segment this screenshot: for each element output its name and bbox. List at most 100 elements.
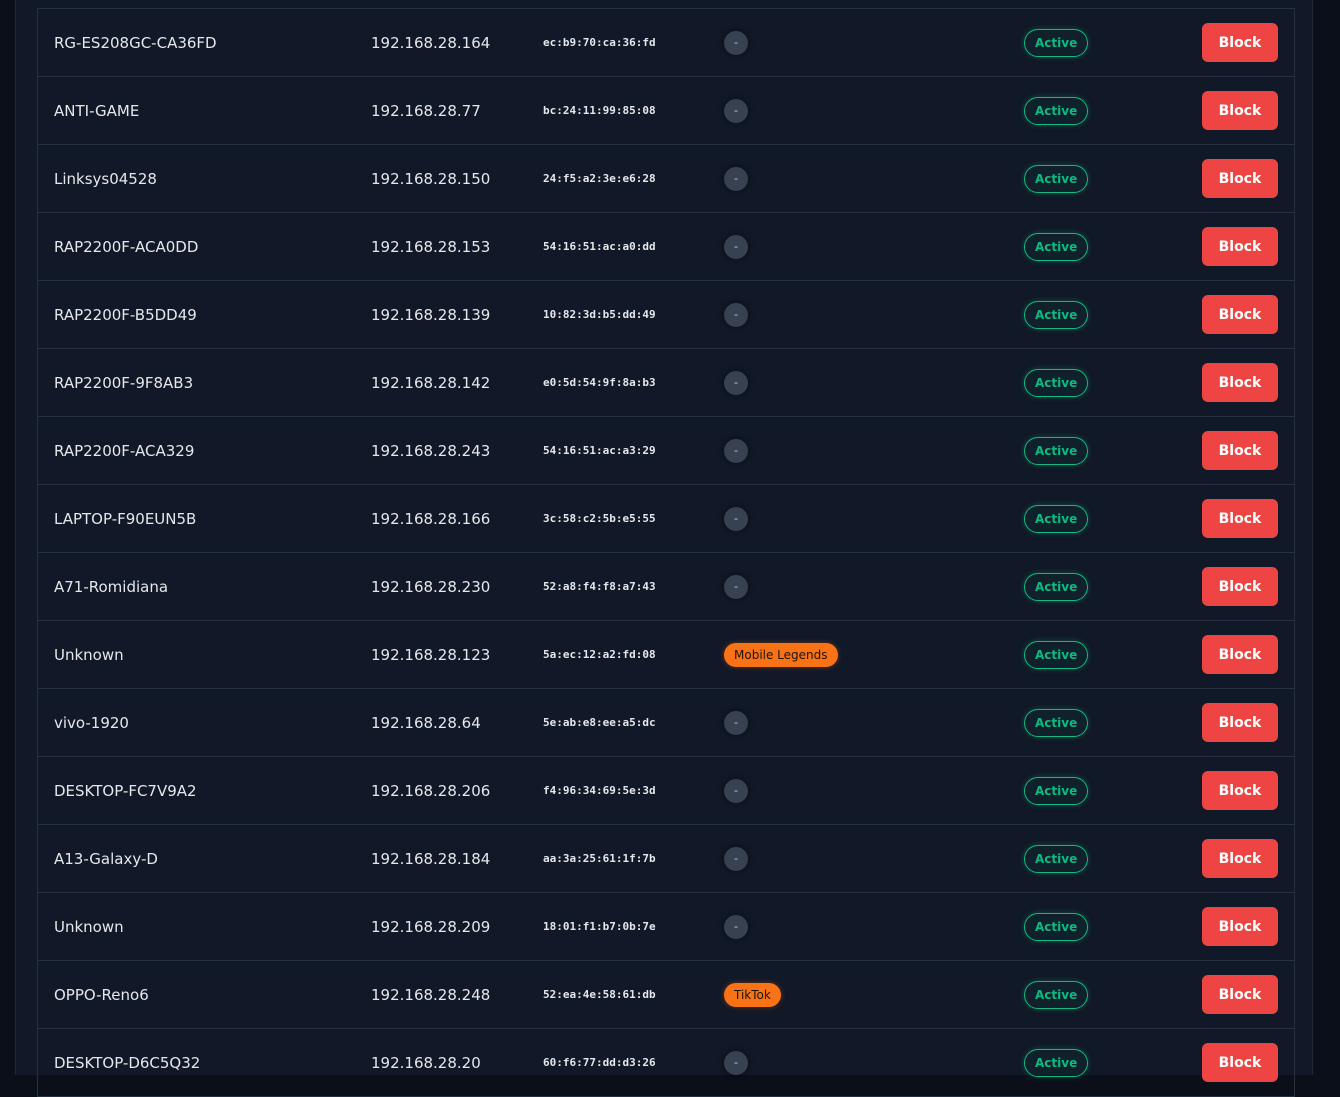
app-empty-badge: - (724, 166, 748, 191)
device-status-cell: Active (1024, 893, 1089, 960)
device-app-cell: - (724, 9, 748, 76)
device-action-cell: Block (1202, 77, 1278, 144)
device-action-cell: Block (1202, 689, 1278, 756)
block-button[interactable]: Block (1202, 907, 1278, 946)
table-row: A71-Romidiana 192.168.28.230 52:a8:f4:f8:a… (38, 553, 1294, 621)
devices-panel: RG-ES208GC-CA36FD 192.168.28.164 ec:b9:70:… (15, 0, 1313, 1097)
device-mac: 24:f5:a2:3e:e6:28 (543, 172, 656, 185)
device-action-cell: Block (1202, 825, 1278, 892)
block-button[interactable]: Block (1202, 227, 1278, 266)
device-name: A71-Romidiana (54, 577, 169, 596)
device-ip: 192.168.28.153 (371, 237, 491, 256)
block-button[interactable]: Block (1202, 91, 1278, 130)
block-button[interactable]: Block (1202, 771, 1278, 810)
app-empty-badge: - (724, 302, 748, 327)
app-empty-badge: - (724, 778, 748, 803)
device-ip: 192.168.28.150 (371, 169, 491, 188)
device-name: RG-ES208GC-CA36FD (54, 33, 217, 52)
table-row: RAP2200F-9F8AB3 192.168.28.142 e0:5d:54:9f… (38, 349, 1294, 417)
device-app-cell: Mobile Legends (724, 621, 838, 688)
device-ip: 192.168.28.139 (371, 305, 491, 324)
table-row: LAPTOP-F90EUN5B 192.168.28.166 3c:58:c2:5b… (38, 485, 1294, 553)
device-app-cell: - (724, 485, 748, 552)
device-name: RAP2200F-B5DD49 (54, 305, 197, 324)
status-badge: Active (1024, 640, 1089, 669)
device-action-cell: Block (1202, 621, 1278, 688)
app-empty-badge: - (724, 710, 748, 735)
app-empty-badge: - (724, 1050, 748, 1075)
app-tag: Mobile Legends (724, 642, 838, 667)
table-row: A13-Galaxy-D 192.168.28.184 aa:3a:25:61:1f… (38, 825, 1294, 893)
device-status-cell: Active (1024, 689, 1089, 756)
device-status-cell: Active (1024, 77, 1089, 144)
status-badge: Active (1024, 844, 1089, 873)
block-button[interactable]: Block (1202, 567, 1278, 606)
app-empty-badge: - (724, 370, 748, 395)
app-tag: TikTok (724, 982, 781, 1007)
device-name: ANTI-GAME (54, 101, 140, 120)
app-empty-badge: - (724, 438, 748, 463)
device-action-cell: Block (1202, 485, 1278, 552)
status-badge: Active (1024, 912, 1089, 941)
table-row: RAP2200F-ACA329 192.168.28.243 54:16:51:ac… (38, 417, 1294, 485)
table-row: RG-ES208GC-CA36FD 192.168.28.164 ec:b9:70:… (38, 9, 1294, 77)
status-badge: Active (1024, 708, 1089, 737)
device-action-cell: Block (1202, 213, 1278, 280)
device-status-cell: Active (1024, 213, 1089, 280)
device-status-cell: Active (1024, 349, 1089, 416)
block-button[interactable]: Block (1202, 159, 1278, 198)
device-ip: 192.168.28.209 (371, 917, 491, 936)
block-button[interactable]: Block (1202, 499, 1278, 538)
device-status-cell: Active (1024, 417, 1089, 484)
device-status-cell: Active (1024, 485, 1089, 552)
device-action-cell: Block (1202, 961, 1278, 1028)
table-row: vivo-1920 192.168.28.64 5e:ab:e8:ee:a5:dc -… (38, 689, 1294, 757)
device-name: vivo-1920 (54, 713, 129, 732)
device-ip: 192.168.28.20 (371, 1053, 481, 1072)
device-status-cell: Active (1024, 9, 1089, 76)
app-empty-badge: - (724, 574, 748, 599)
device-action-cell: Block (1202, 893, 1278, 960)
device-app-cell: - (724, 281, 748, 348)
device-name: Linksys04528 (54, 169, 157, 188)
device-name: Unknown (54, 645, 124, 664)
device-app-cell: - (724, 757, 748, 824)
block-button[interactable]: Block (1202, 1043, 1278, 1082)
device-action-cell: Block (1202, 1029, 1278, 1096)
device-mac: 52:a8:f4:f8:a7:43 (543, 580, 656, 593)
block-button[interactable]: Block (1202, 363, 1278, 402)
block-button[interactable]: Block (1202, 635, 1278, 674)
device-app-cell: - (724, 689, 748, 756)
block-button[interactable]: Block (1202, 295, 1278, 334)
device-ip: 192.168.28.166 (371, 509, 491, 528)
device-mac: 5a:ec:12:a2:fd:08 (543, 648, 656, 661)
block-button[interactable]: Block (1202, 23, 1278, 62)
device-app-cell: - (724, 553, 748, 620)
device-name: RAP2200F-9F8AB3 (54, 373, 194, 392)
device-ip: 192.168.28.64 (371, 713, 481, 732)
device-mac: 18:01:f1:b7:0b:7e (543, 920, 656, 933)
device-mac: bc:24:11:99:85:08 (543, 104, 656, 117)
device-app-cell: - (724, 825, 748, 892)
block-button[interactable]: Block (1202, 975, 1278, 1014)
device-status-cell: Active (1024, 621, 1089, 688)
app-empty-badge: - (724, 914, 748, 939)
device-mac: aa:3a:25:61:1f:7b (543, 852, 656, 865)
app-empty-badge: - (724, 234, 748, 259)
block-button[interactable]: Block (1202, 839, 1278, 878)
status-badge: Active (1024, 436, 1089, 465)
device-action-cell: Block (1202, 281, 1278, 348)
device-name: LAPTOP-F90EUN5B (54, 509, 197, 528)
device-status-cell: Active (1024, 757, 1089, 824)
device-app-cell: - (724, 145, 748, 212)
device-mac: ec:b9:70:ca:36:fd (543, 36, 656, 49)
block-button[interactable]: Block (1202, 703, 1278, 742)
table-row: Linksys04528 192.168.28.150 24:f5:a2:3e:e6… (38, 145, 1294, 213)
device-status-cell: Active (1024, 281, 1089, 348)
device-action-cell: Block (1202, 145, 1278, 212)
device-ip: 192.168.28.123 (371, 645, 491, 664)
status-badge: Active (1024, 300, 1089, 329)
device-action-cell: Block (1202, 417, 1278, 484)
device-action-cell: Block (1202, 349, 1278, 416)
block-button[interactable]: Block (1202, 431, 1278, 470)
